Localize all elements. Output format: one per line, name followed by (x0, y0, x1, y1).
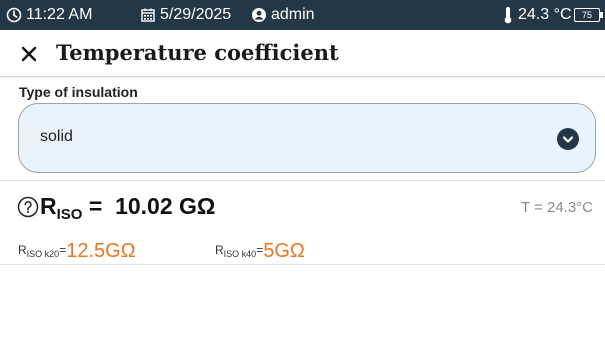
divider (0, 264, 605, 265)
riso-k40-value: 5GΩ (263, 240, 305, 262)
temperature-reading: T = 24.3°C (520, 199, 593, 216)
riso-k40-reading: RISO k40=5GΩ (215, 240, 305, 263)
riso-k20-symbol: R (18, 243, 27, 257)
battery-icon: 75 (574, 8, 603, 22)
riso-k40-subscript: ISO k40 (223, 249, 257, 259)
battery-level-text: 75 (581, 10, 592, 20)
battery-indicator: 75 (574, 8, 603, 22)
insulation-type-select[interactable]: solid (18, 103, 596, 173)
close-button[interactable] (18, 43, 40, 65)
insulation-type-value: solid (40, 128, 73, 145)
status-date-text: 5/29/2025 (160, 6, 232, 23)
riso-equals: = (82, 193, 103, 219)
riso-k20-reading: RISO k20=12.5GΩ (18, 240, 136, 263)
clock-icon (6, 7, 22, 23)
user-icon (251, 7, 267, 23)
chevron-down-icon (557, 128, 579, 150)
status-user: admin (251, 6, 315, 24)
insulation-type-label: Type of insulation (19, 84, 138, 100)
close-icon (21, 46, 37, 62)
status-bar: 11:22 AM 5/29/2025 admin 24.3 °C 75 (0, 0, 605, 30)
riso-k20-subscript: ISO k20 (26, 249, 60, 259)
status-time-text: 11:22 AM (26, 6, 93, 23)
riso-k40-symbol: R (215, 243, 224, 257)
divider (0, 180, 605, 181)
help-icon[interactable] (17, 196, 39, 218)
status-temperature-text: 24.3 °C (518, 6, 572, 23)
status-date: 5/29/2025 (140, 6, 231, 24)
status-user-text: admin (271, 6, 315, 23)
thermometer-icon (502, 6, 514, 24)
status-time: 11:22 AM (6, 6, 92, 24)
page-title: Temperature coefficient (56, 40, 339, 65)
status-temperature: 24.3 °C (502, 6, 572, 24)
calendar-icon (140, 7, 156, 23)
riso-reading: RISO = 10.02 GΩ (40, 193, 215, 223)
page-header: Temperature coefficient (0, 30, 605, 77)
riso-subscript: ISO (56, 206, 83, 223)
riso-value: 10.02 GΩ (115, 193, 216, 219)
riso-k20-value: 12.5GΩ (66, 240, 136, 262)
riso-symbol: R (40, 193, 57, 219)
